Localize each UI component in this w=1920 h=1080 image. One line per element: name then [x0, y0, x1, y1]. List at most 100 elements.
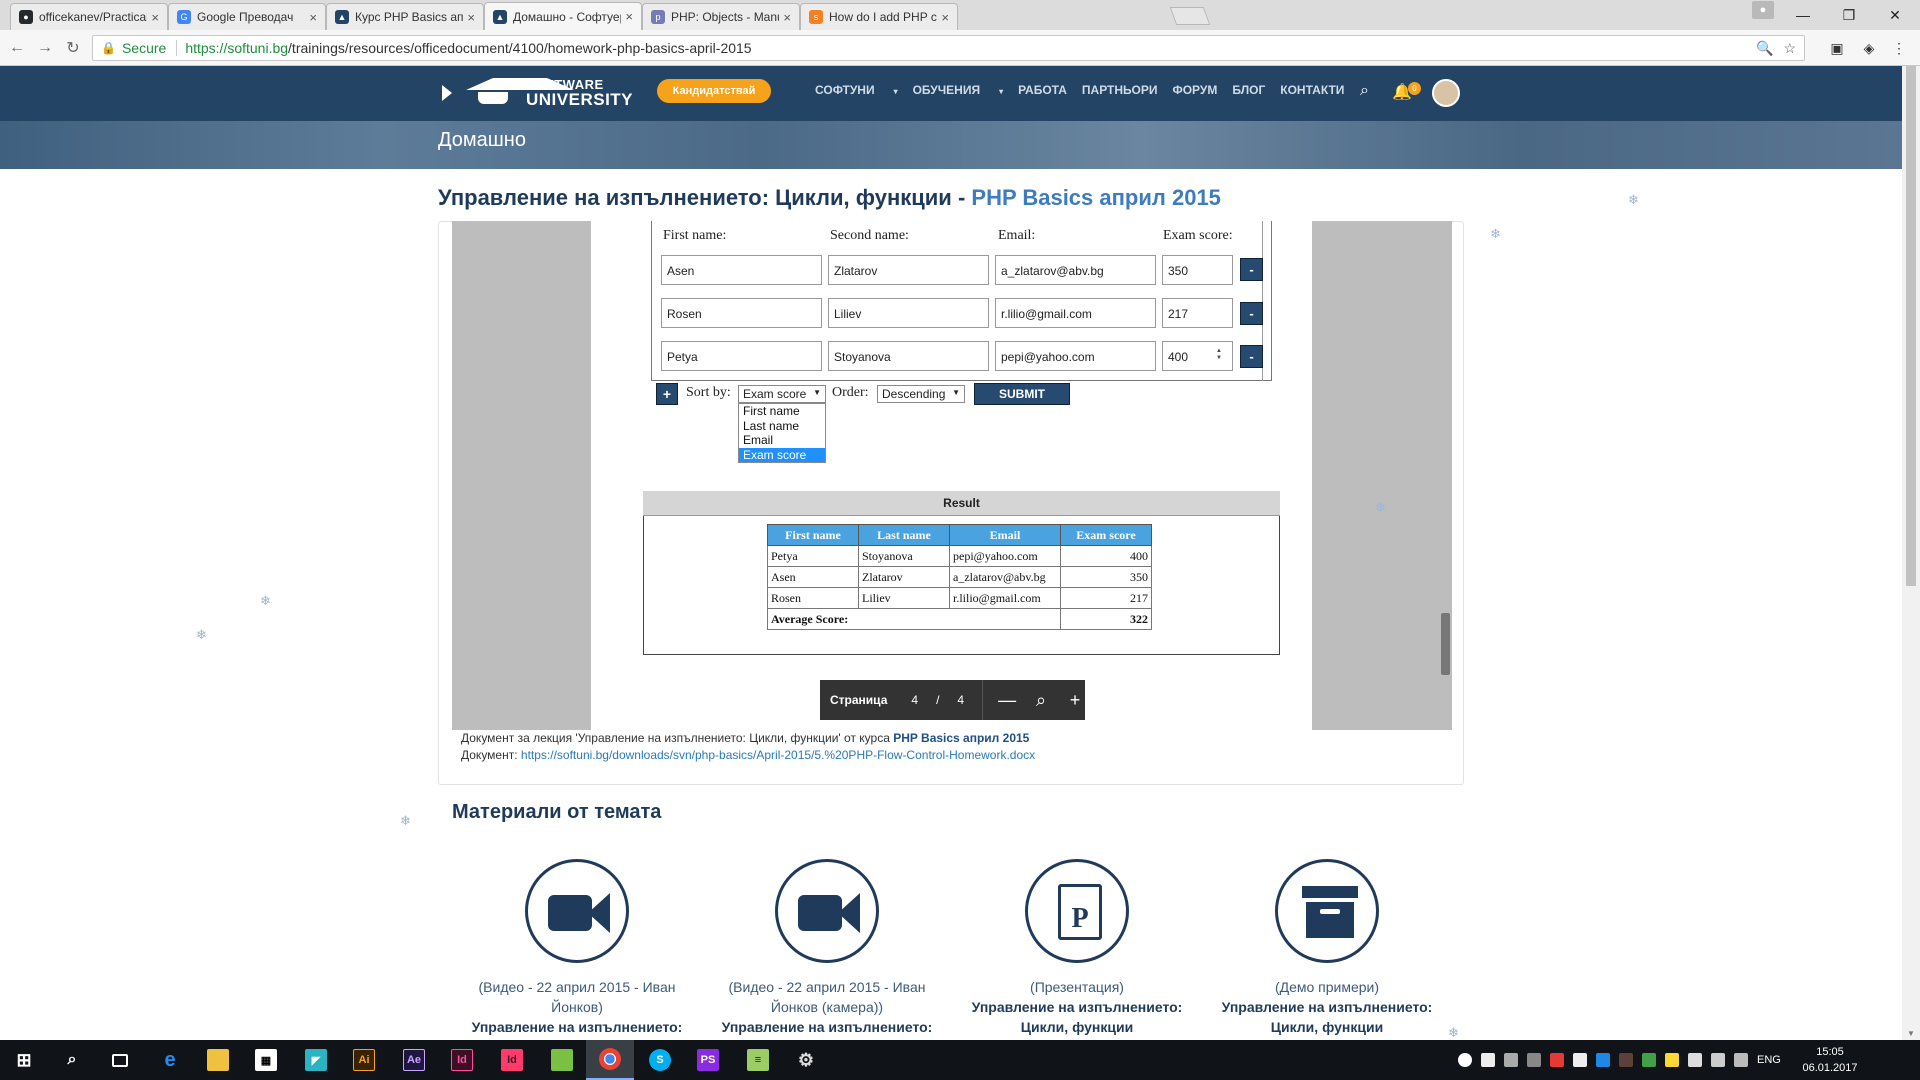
sort-option[interactable]: Last name: [739, 419, 825, 434]
close-icon[interactable]: ×: [941, 10, 949, 25]
taskbar-chrome[interactable]: [586, 1040, 634, 1080]
zoom-icon[interactable]: 🔍: [1756, 40, 1773, 57]
current-page[interactable]: 4: [911, 693, 918, 707]
close-icon[interactable]: ×: [625, 9, 633, 24]
softuni-logo[interactable]: SOFTWARE UNIVERSITY: [442, 78, 633, 108]
nav-blog[interactable]: БЛОГ: [1232, 83, 1265, 97]
back-button[interactable]: ←: [6, 37, 28, 59]
scroll-down-icon[interactable]: ▼: [1907, 1029, 1915, 1038]
tray-icon[interactable]: [1527, 1053, 1541, 1067]
forward-button[interactable]: →: [34, 37, 56, 59]
avatar[interactable]: [1432, 79, 1460, 107]
tray-icon[interactable]: [1596, 1053, 1610, 1067]
viewer-scrollbar[interactable]: [1441, 613, 1450, 675]
page-scrollbar[interactable]: ▲ ▼: [1902, 66, 1920, 1040]
taskbar-app-gear[interactable]: ⚙: [782, 1040, 830, 1080]
browser-tab-4-active[interactable]: ▲ Домашно - Софтуерен у ×: [484, 2, 642, 30]
remove-row-button[interactable]: -: [1240, 302, 1263, 325]
taskbar-app-green[interactable]: [538, 1040, 586, 1080]
document-download-link[interactable]: https://softuni.bg/downloads/svn/php-bas…: [521, 748, 1035, 762]
menu-icon[interactable]: ⋮: [1890, 39, 1908, 57]
sort-by-select[interactable]: Exam score ▼: [738, 385, 826, 403]
taskbar-explorer[interactable]: [194, 1040, 242, 1080]
nav-softuni[interactable]: СОФТУНИ ▾: [815, 83, 898, 97]
taskbar-store[interactable]: ▦: [242, 1040, 290, 1080]
extension-icon[interactable]: ◈: [1860, 39, 1878, 57]
first-name-input[interactable]: Rosen: [661, 298, 822, 328]
shield-icon[interactable]: [1481, 1053, 1495, 1067]
close-icon[interactable]: ×: [151, 10, 159, 25]
antivirus-icon[interactable]: [1550, 1053, 1564, 1067]
zoom-out-icon[interactable]: —: [997, 690, 1017, 711]
close-icon[interactable]: ×: [783, 10, 791, 25]
browser-tab-6[interactable]: s How do I add PHP code ×: [800, 3, 958, 30]
first-name-input[interactable]: Asen: [661, 255, 822, 285]
course-link[interactable]: PHP Basics април 2015: [971, 185, 1221, 210]
material-item[interactable]: (Видео - 22 април 2015 - Иван Йонков (ка…: [712, 859, 942, 1037]
sort-option-selected[interactable]: Exam score: [739, 447, 825, 462]
score-input[interactable]: 217: [1162, 298, 1233, 328]
tray-icon[interactable]: [1573, 1053, 1587, 1067]
taskbar-edge[interactable]: e: [146, 1040, 194, 1080]
minimize-button[interactable]: —: [1780, 0, 1826, 30]
task-view-button[interactable]: [96, 1040, 144, 1080]
taskbar-phpstorm[interactable]: PS: [684, 1040, 732, 1080]
tray-icon[interactable]: [1642, 1053, 1656, 1067]
browser-tab-5[interactable]: p PHP: Objects - Manual ×: [642, 3, 800, 30]
maximize-button[interactable]: ❐: [1826, 0, 1872, 30]
tray-icon[interactable]: [1688, 1053, 1702, 1067]
sort-option[interactable]: Email: [739, 433, 825, 448]
first-name-input[interactable]: Petya: [661, 341, 822, 371]
nav-forum[interactable]: ФОРУМ: [1172, 83, 1217, 97]
close-window-button[interactable]: ✕: [1872, 0, 1918, 30]
close-icon[interactable]: ×: [467, 10, 475, 25]
taskbar-indesign[interactable]: Id: [438, 1040, 486, 1080]
taskbar-illustrator[interactable]: Ai: [340, 1040, 388, 1080]
score-input[interactable]: 400: [1162, 341, 1233, 371]
clock[interactable]: 15:05 06.01.2017: [1794, 1044, 1866, 1076]
tray-icon[interactable]: [1619, 1053, 1633, 1067]
volume-icon[interactable]: [1734, 1053, 1748, 1067]
reload-button[interactable]: ↻: [62, 37, 84, 59]
last-name-input[interactable]: Stoyanova: [828, 341, 989, 371]
email-input[interactable]: pepi@yahoo.com: [995, 341, 1156, 371]
nav-partners[interactable]: ПАРТНЬОРИ: [1082, 83, 1158, 97]
taskbar-notepad[interactable]: ≡: [734, 1040, 782, 1080]
nav-contacts[interactable]: КОНТАКТИ: [1280, 83, 1344, 97]
new-tab-button[interactable]: [1169, 7, 1211, 25]
spinner-arrows-icon[interactable]: ▲ ▼: [1216, 348, 1222, 362]
material-item[interactable]: P (Презентация) Управление на изпълнение…: [962, 859, 1192, 1037]
start-button[interactable]: ⊞: [0, 1040, 48, 1080]
search-button[interactable]: ⌕: [48, 1040, 96, 1080]
scroll-thumb[interactable]: [1906, 66, 1916, 586]
search-icon[interactable]: ⌕: [1360, 82, 1369, 100]
email-input[interactable]: r.lilio@gmail.com: [995, 298, 1156, 328]
email-input[interactable]: a_zlatarov@abv.bg: [995, 255, 1156, 285]
zoom-in-icon[interactable]: +: [1065, 690, 1085, 711]
browser-tab-3[interactable]: ▲ Курс PHP Basics април 2 ×: [326, 3, 484, 30]
taskbar-app[interactable]: ◤: [292, 1040, 340, 1080]
submit-button[interactable]: SUBMIT: [974, 383, 1070, 405]
last-name-input[interactable]: Zlatarov: [828, 255, 989, 285]
score-input[interactable]: 350: [1162, 255, 1233, 285]
extension-icon[interactable]: ▣: [1828, 39, 1846, 57]
tray-icon[interactable]: [1665, 1053, 1679, 1067]
sort-option[interactable]: First name: [739, 404, 825, 419]
order-select[interactable]: Descending ▼: [877, 385, 965, 403]
material-item[interactable]: (Демо примери) Управление на изпълнениет…: [1212, 859, 1442, 1037]
bookmark-star-icon[interactable]: ☆: [1783, 40, 1796, 57]
apply-button[interactable]: Кандидатствай: [657, 79, 771, 103]
zoom-search-icon[interactable]: ⌕: [1031, 690, 1051, 711]
browser-tab-2[interactable]: G Google Преводач ×: [168, 3, 326, 30]
add-row-button[interactable]: +: [656, 383, 678, 405]
network-icon[interactable]: [1711, 1053, 1725, 1067]
last-name-input[interactable]: Liliev: [828, 298, 989, 328]
remove-row-button[interactable]: -: [1240, 345, 1263, 368]
browser-tab-1[interactable]: ● officekanev/Practical-Ex ×: [10, 3, 168, 30]
taskbar-indesign-2[interactable]: Id: [488, 1040, 536, 1080]
language-indicator[interactable]: ENG: [1757, 1054, 1781, 1066]
material-item[interactable]: (Видео - 22 април 2015 - Иван Йонков) Уп…: [462, 859, 692, 1037]
nav-trainings[interactable]: ОБУЧЕНИЯ ▾: [913, 83, 1004, 97]
taskbar-after-effects[interactable]: Ae: [390, 1040, 438, 1080]
course-link[interactable]: PHP Basics април 2015: [893, 731, 1029, 745]
